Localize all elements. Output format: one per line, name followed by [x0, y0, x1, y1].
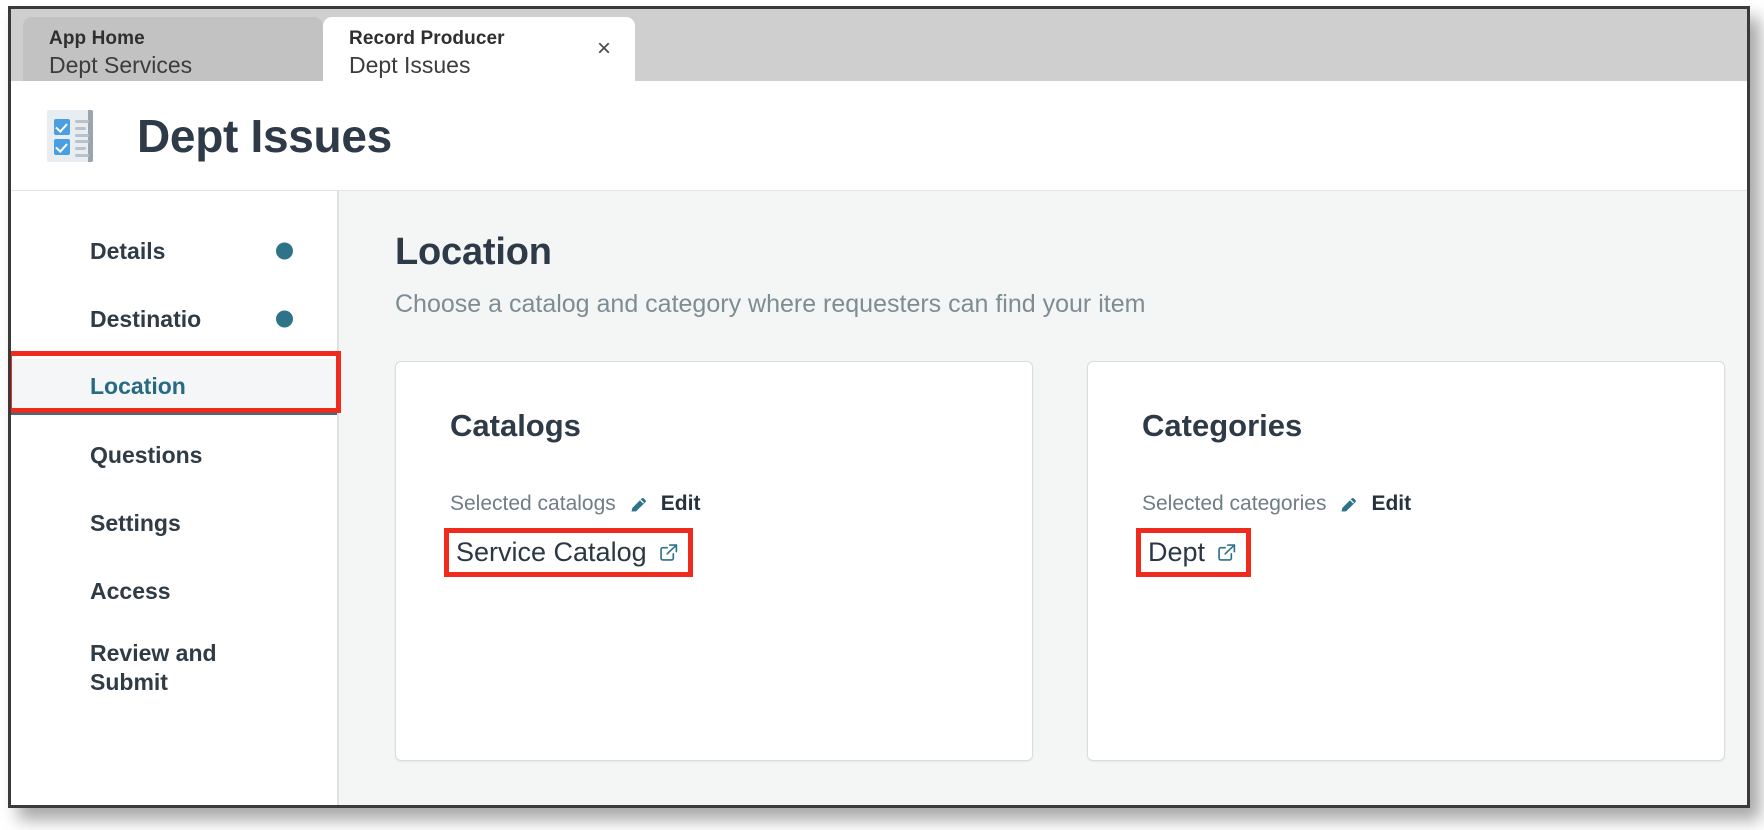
tab-record-producer[interactable]: Record Producer Dept Issues × — [323, 17, 635, 81]
sidebar-item-label: Settings — [90, 509, 181, 536]
edit-catalogs-button[interactable]: Edit — [661, 492, 701, 516]
sidebar-item-label: Details — [90, 237, 166, 264]
selected-categories-label: Selected categories — [1142, 492, 1327, 515]
pencil-icon[interactable] — [628, 494, 649, 515]
sidebar-item-details[interactable]: Details — [11, 223, 337, 279]
section-subtitle: Choose a catalog and category where requ… — [395, 290, 1146, 318]
status-dot — [276, 242, 293, 260]
tab-title: Dept Issues — [349, 52, 471, 78]
close-icon[interactable]: × — [597, 37, 611, 61]
pencil-icon[interactable] — [1338, 494, 1359, 515]
sidebar-item-label: Destinatio — [90, 305, 202, 332]
selected-categories-row: Selected categories Edit — [1142, 492, 1684, 516]
card-row: Catalogs Selected catalogs Edit Service … — [395, 361, 1747, 761]
main-content: Location Choose a catalog and category w… — [339, 191, 1747, 805]
sidebar-item-label: Access — [90, 577, 171, 604]
sidebar-item-settings[interactable]: Settings — [11, 495, 337, 551]
sidebar-item-label: Questions — [90, 441, 203, 468]
selected-catalogs-row: Selected catalogs Edit — [450, 492, 992, 516]
sidebar: Details Destinatio Location Questions Se… — [11, 191, 341, 805]
status-dot — [276, 310, 293, 328]
sidebar-item-label: Location — [90, 372, 186, 399]
external-link-icon[interactable] — [658, 542, 679, 563]
sidebar-item-location[interactable]: Location — [11, 359, 337, 415]
card-title: Categories — [1142, 408, 1303, 443]
sidebar-item-label: Review and Submit — [90, 640, 217, 696]
external-link-icon[interactable] — [1216, 542, 1237, 563]
tab-kicker: App Home — [49, 28, 145, 50]
selected-category-value[interactable]: Dept — [1136, 528, 1252, 577]
category-name: Dept — [1148, 537, 1206, 567]
selected-catalogs-label: Selected catalogs — [450, 492, 616, 515]
page-header: Dept Issues — [11, 81, 1747, 191]
sidebar-item-destinations[interactable]: Destinatio — [11, 291, 337, 347]
categories-card: Categories Selected categories Edit Dept — [1087, 361, 1725, 761]
application-window: App Home Dept Services Record Producer D… — [8, 6, 1750, 808]
sidebar-item-questions[interactable]: Questions — [11, 427, 337, 483]
section-title: Location — [395, 231, 552, 273]
body-split: Details Destinatio Location Questions Se… — [11, 191, 1747, 805]
tab-title: Dept Services — [49, 52, 193, 78]
sidebar-item-access[interactable]: Access — [11, 563, 337, 619]
catalog-name: Service Catalog — [456, 537, 647, 567]
page-title: Dept Issues — [137, 109, 392, 162]
checklist-document-icon — [47, 109, 97, 162]
tab-kicker: Record Producer — [349, 28, 505, 50]
edit-categories-button[interactable]: Edit — [1371, 492, 1411, 516]
catalogs-card: Catalogs Selected catalogs Edit Service … — [395, 361, 1033, 761]
selected-catalog-value[interactable]: Service Catalog — [444, 528, 693, 577]
card-title: Catalogs — [450, 408, 581, 443]
tab-app-home[interactable]: App Home Dept Services — [23, 17, 323, 81]
tab-strip: App Home Dept Services Record Producer D… — [11, 9, 1747, 81]
sidebar-item-review-and-submit[interactable]: Review and Submit — [11, 631, 337, 707]
